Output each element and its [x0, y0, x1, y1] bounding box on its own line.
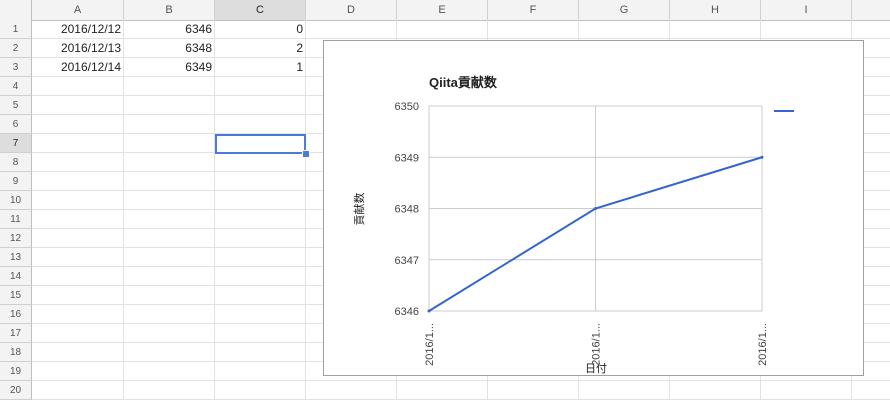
- row-header-5[interactable]: 5: [0, 96, 32, 115]
- chart-y-axis-title: 貢献数: [352, 193, 366, 226]
- column-header-g[interactable]: G: [579, 0, 670, 20]
- row-header-11[interactable]: 11: [0, 210, 32, 229]
- column-header-b[interactable]: B: [124, 0, 215, 20]
- row-header-3[interactable]: 3: [0, 58, 32, 77]
- column-gridline: [123, 20, 124, 400]
- chart-data-point: [760, 155, 764, 159]
- chart-title: Qiita貢献数: [429, 75, 498, 90]
- spreadsheet-grid[interactable]: A B C D E F G H I 1 2 3 4 5 6 7 8 9 10 1…: [0, 0, 890, 400]
- chart-y-tick-label: 6346: [395, 306, 419, 318]
- column-header-d[interactable]: D: [306, 0, 397, 20]
- chart-y-tick-label: 6350: [395, 101, 419, 113]
- cell-c1[interactable]: 0: [215, 20, 306, 39]
- column-header-f[interactable]: F: [488, 0, 579, 20]
- column-gridline: [214, 20, 215, 400]
- fill-handle[interactable]: [302, 150, 310, 158]
- chart-y-tick-label: 6349: [395, 152, 419, 164]
- chart-y-tick-label: 6348: [395, 204, 419, 216]
- row-header-9[interactable]: 9: [0, 172, 32, 191]
- row-header-14[interactable]: 14: [0, 267, 32, 286]
- row-header-15[interactable]: 15: [0, 286, 32, 305]
- row-header-2[interactable]: 2: [0, 39, 32, 58]
- column-header-c[interactable]: C: [215, 0, 306, 20]
- row-header-4[interactable]: 4: [0, 77, 32, 96]
- cell-b1[interactable]: 6346: [124, 20, 215, 39]
- cell-c3[interactable]: 1: [215, 58, 306, 77]
- row-header-18[interactable]: 18: [0, 343, 32, 362]
- chart-y-tick-label: 6347: [395, 255, 419, 267]
- row-header-13[interactable]: 13: [0, 248, 32, 267]
- row-header-1[interactable]: 1: [0, 20, 32, 39]
- chart-x-tick-label: 2016/1...: [591, 323, 603, 366]
- row-header-17[interactable]: 17: [0, 324, 32, 343]
- cell-a3[interactable]: 2016/12/14: [32, 58, 124, 77]
- embedded-line-chart[interactable]: Qiita貢献数 貢献数 日付 6346 6347 6348 6349 6350 2016…: [323, 40, 864, 376]
- cell-b2[interactable]: 6348: [124, 39, 215, 58]
- select-all-corner[interactable]: [0, 0, 32, 20]
- column-header-a[interactable]: A: [32, 0, 124, 20]
- row-header-12[interactable]: 12: [0, 229, 32, 248]
- chart-x-tick-label: 2016/1...: [757, 323, 769, 366]
- cell-b3[interactable]: 6349: [124, 58, 215, 77]
- row-header-20[interactable]: 20: [0, 381, 32, 400]
- cell-c2[interactable]: 2: [215, 39, 306, 58]
- chart-x-tick-label: 2016/1...: [424, 323, 436, 366]
- row-header-7[interactable]: 7: [0, 134, 32, 153]
- chart-canvas: Qiita貢献数 貢献数 日付 634663476348634963502016…: [352, 75, 794, 375]
- row-header-10[interactable]: 10: [0, 191, 32, 210]
- column-header-overflow: [852, 0, 890, 20]
- row-header-8[interactable]: 8: [0, 153, 32, 172]
- cell-a2[interactable]: 2016/12/13: [32, 39, 124, 58]
- chart-data-point: [594, 207, 597, 210]
- chart-data-point: [427, 309, 431, 313]
- row-header-6[interactable]: 6: [0, 115, 32, 134]
- column-header-h[interactable]: H: [670, 0, 761, 20]
- column-header-e[interactable]: E: [397, 0, 488, 20]
- column-header-i[interactable]: I: [761, 0, 852, 20]
- row-header-19[interactable]: 19: [0, 362, 32, 381]
- selected-cell-outline[interactable]: [215, 134, 306, 154]
- row-gridline: [32, 380, 890, 381]
- cell-a1[interactable]: 2016/12/12: [32, 20, 124, 39]
- row-header-16[interactable]: 16: [0, 305, 32, 324]
- column-gridline: [305, 20, 306, 400]
